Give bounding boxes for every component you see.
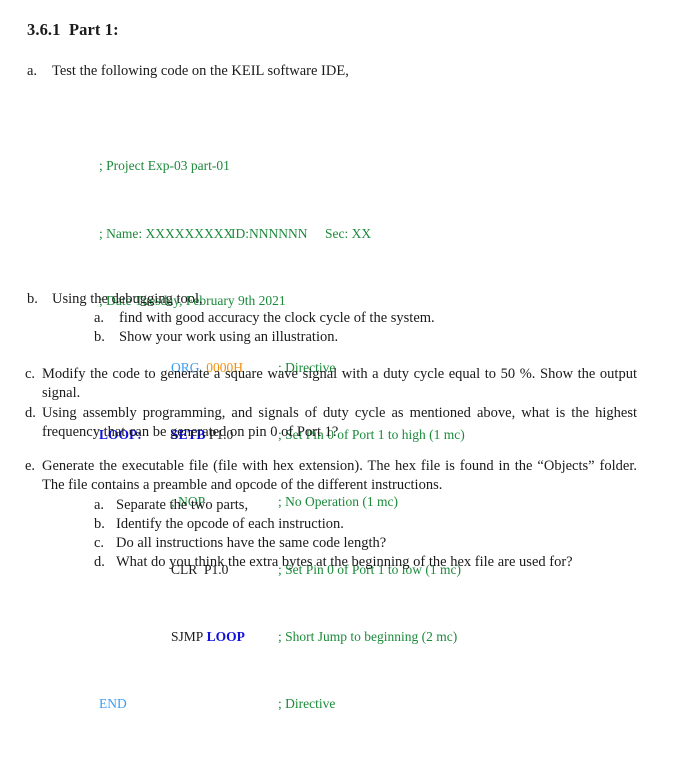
list-item-a-text: Test the following code on the KEIL soft…	[52, 63, 349, 79]
code-line: END ; Directive	[99, 696, 465, 713]
code-line: SJMP LOOP; Short Jump to beginning (2 mc…	[99, 629, 465, 646]
list-marker: a.	[27, 63, 38, 79]
list-marker: c.	[94, 535, 105, 551]
list-marker: e.	[25, 458, 36, 474]
code-comment: ; Directive	[278, 695, 336, 711]
code-line: ; Project Exp-03 part-01	[99, 158, 465, 175]
list-item-e-text: Generate the executable file (file with …	[42, 458, 637, 493]
sublist-item-text: Do all instructions have the same code l…	[116, 535, 387, 551]
code-comment: ; Project Exp-03 part-01	[99, 158, 230, 174]
sublist-item: a. find with good accuracy the clock cycl…	[94, 309, 435, 328]
list-marker: d.	[94, 554, 105, 570]
list-marker: c.	[25, 366, 36, 382]
section-heading: 3.6.1 Part 1:	[27, 20, 119, 39]
sublist-item-text: Identify the opcode of each instruction.	[116, 516, 344, 532]
list-item-b: b. Using the debugging tool,	[27, 291, 203, 308]
list-marker: d.	[25, 405, 36, 421]
code-line: ; Name: XXXXXXXXXID:NNNNNN Sec: XX	[99, 226, 465, 243]
sublist-item-text: Show your work using an illustration.	[119, 329, 339, 345]
sublist-item: b. Show your work using an illustration.	[94, 328, 435, 347]
list-marker: a.	[94, 497, 105, 513]
list-item-d-text: Using assembly programming, and signals …	[42, 405, 637, 440]
code-comment-id: ID:NNNNNN	[231, 225, 308, 241]
list-item-e: e. Generate the executable file (file wi…	[25, 457, 637, 495]
list-item-a: a. Test the following code on the KEIL so…	[27, 63, 349, 80]
list-marker: b.	[27, 291, 38, 307]
list-marker: b.	[94, 516, 105, 532]
code-comment: ; Name: XXXXXXXXX	[99, 225, 234, 241]
sublist-item-text: What do you think the extra bytes at the…	[116, 554, 573, 570]
list-item-c: c. Modify the code to generate a square …	[25, 365, 637, 403]
code-label: END	[99, 695, 127, 711]
sublist-item: c. Do all instructions have the same code…	[94, 534, 573, 553]
code-instruction: SJMP LOOP	[171, 629, 278, 646]
sublist-b: a. find with good accuracy the clock cycl…	[94, 309, 435, 347]
sublist-item: b. Identify the opcode of each instructio…	[94, 515, 573, 534]
sublist-item: a. Separate the two parts,	[94, 496, 573, 515]
sublist-item-text: find with good accuracy the clock cycle …	[119, 310, 435, 326]
sublist-item: d. What do you think the extra bytes at t…	[94, 553, 573, 572]
list-item-c-text: Modify the code to generate a square wav…	[42, 366, 637, 401]
sublist-e: a. Separate the two parts, b. Identify the…	[94, 496, 573, 572]
list-marker: b.	[94, 329, 105, 345]
document-page: 3.6.1 Part 1: a. Test the following code …	[0, 0, 686, 711]
code-op: SJMP	[171, 628, 204, 644]
list-item-b-text: Using the debugging tool,	[52, 291, 203, 307]
sublist-item-text: Separate the two parts,	[116, 497, 249, 513]
code-comment: ; Short Jump to beginning (2 mc)	[278, 628, 458, 644]
list-marker: a.	[94, 310, 105, 326]
list-item-d: d. Using assembly programming, and signa…	[25, 404, 637, 442]
code-comment-section: Sec: XX	[325, 225, 372, 241]
code-operand: LOOP	[206, 628, 245, 644]
